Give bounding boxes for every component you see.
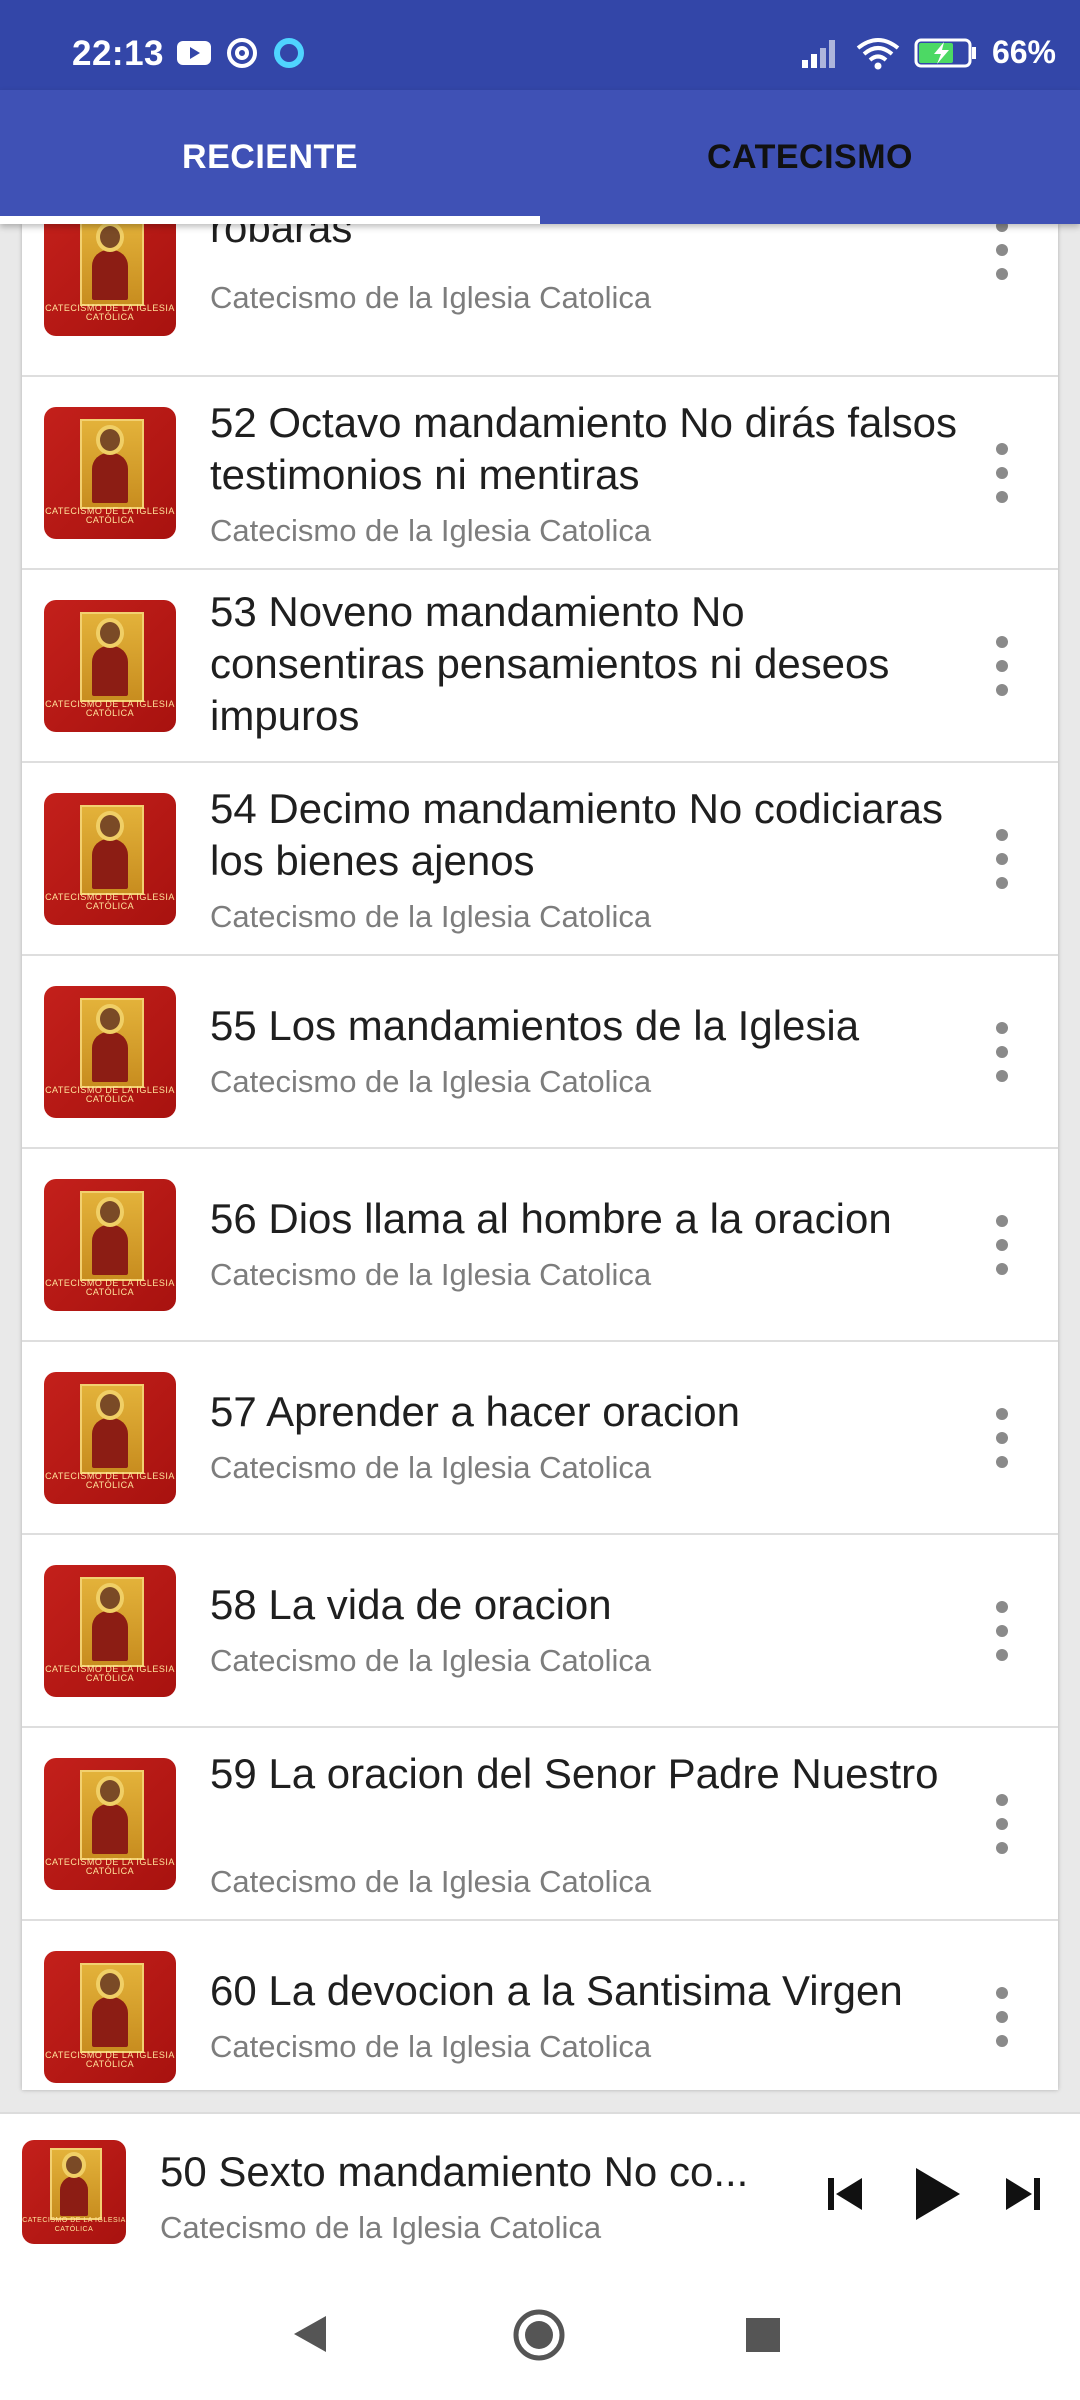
cover-image: CATECISMO DE LA IGLESIA CATÓLICA: [44, 793, 176, 925]
tab-bar: RECIENTE CATECISMO: [0, 90, 1080, 224]
item-subtitle: Catecismo de la Iglesia Catolica: [210, 1864, 652, 1899]
more-vert-icon[interactable]: [996, 1987, 1008, 2047]
signal-icon: [801, 39, 835, 68]
list-item[interactable]: CATECISMO DE LA IGLESIA CATÓLICA 60 La d…: [22, 1921, 1058, 2090]
more-vert-icon[interactable]: [996, 443, 1008, 503]
home-icon[interactable]: [512, 2308, 566, 2362]
recents-icon[interactable]: [744, 2316, 782, 2354]
more-vert-icon[interactable]: [996, 1794, 1008, 1854]
wifi-icon: [856, 37, 900, 69]
system-nav-bar: [0, 2268, 1080, 2400]
circle-notification-icon: [274, 38, 304, 68]
youtube-icon: [177, 41, 211, 65]
item-title: 56 Dios llama al hombre a la oracion: [210, 1195, 892, 1242]
skip-previous-icon[interactable]: [810, 2158, 880, 2228]
list-item[interactable]: CATECISMO DE LA IGLESIA CATÓLICA 57 Apre…: [22, 1342, 1058, 1535]
mini-player[interactable]: CATECISMO DE LA IGLESIA CATÓLICA 50 Sext…: [0, 2112, 1080, 2270]
more-vert-icon[interactable]: [996, 1601, 1008, 1661]
system-icons: 66%: [800, 34, 1056, 71]
more-vert-icon[interactable]: [996, 1408, 1008, 1468]
item-subtitle: Catecismo de la Iglesia Catolica: [210, 1064, 652, 1099]
cover-image: CATECISMO DE LA IGLESIA CATÓLICA: [44, 1565, 176, 1697]
item-subtitle: Catecismo de la Iglesia Catolica: [210, 2029, 652, 2064]
battery-level: 66%: [991, 34, 1056, 70]
more-vert-icon[interactable]: [996, 1022, 1008, 1082]
list-item[interactable]: CATECISMO DE LA IGLESIA CATÓLICA 54 Deci…: [22, 763, 1058, 956]
list-item[interactable]: CATECISMO DE LA IGLESIA CATÓLICA 53 Nove…: [22, 570, 1058, 763]
cover-image: CATECISMO DE LA IGLESIA CATÓLICA: [44, 986, 176, 1118]
item-title: 58 La vida de oracion: [210, 1581, 612, 1628]
list-item[interactable]: CATECISMO DE LA IGLESIA CATÓLICA 58 La v…: [22, 1535, 1058, 1728]
episode-list[interactable]: CATECISMO DE LA IGLESIA CATÓLICA robaras…: [22, 224, 1058, 2090]
item-title: 53 Noveno mandamiento No consentiras pen…: [210, 588, 890, 739]
list-item[interactable]: CATECISMO DE LA IGLESIA CATÓLICA 52 Octa…: [22, 377, 1058, 570]
list-item[interactable]: CATECISMO DE LA IGLESIA CATÓLICA 56 Dios…: [22, 1149, 1058, 1342]
cover-image: CATECISMO DE LA IGLESIA CATÓLICA: [44, 600, 176, 732]
cover-image: CATECISMO DE LA IGLESIA CATÓLICA: [44, 407, 176, 539]
item-subtitle: Catecismo de la Iglesia Catolica: [210, 1257, 652, 1292]
player-title[interactable]: 50 Sexto mandamiento No co...: [160, 2148, 780, 2196]
status-time: 22:13: [72, 34, 165, 73]
player-subtitle: Catecismo de la Iglesia Catolica: [160, 2210, 602, 2245]
item-subtitle: Catecismo de la Iglesia Catolica: [210, 899, 652, 934]
item-title: 54 Decimo mandamiento No codiciaras los …: [210, 785, 944, 884]
item-title: 57 Aprender a hacer oracion: [210, 1388, 741, 1435]
item-subtitle: Catecismo de la Iglesia Catolica: [210, 513, 652, 548]
cover-image: CATECISMO DE LA IGLESIA CATÓLICA: [44, 1758, 176, 1890]
item-subtitle: Catecismo de la Iglesia Catolica: [210, 1643, 652, 1678]
tab-reciente[interactable]: RECIENTE: [0, 90, 540, 224]
battery-icon: [914, 38, 976, 67]
at-sign-icon: [227, 38, 257, 68]
list-item[interactable]: CATECISMO DE LA IGLESIA CATÓLICA robaras…: [22, 224, 1058, 377]
play-icon[interactable]: [900, 2158, 970, 2228]
cover-image: CATECISMO DE LA IGLESIA CATÓLICA: [44, 1951, 176, 2083]
cover-image: CATECISMO DE LA IGLESIA CATÓLICA: [44, 1372, 176, 1504]
skip-next-icon[interactable]: [990, 2158, 1060, 2228]
more-vert-icon[interactable]: [996, 636, 1008, 696]
item-title: robaras: [210, 224, 353, 251]
more-vert-icon[interactable]: [996, 1215, 1008, 1275]
tab-catecismo[interactable]: CATECISMO: [540, 90, 1080, 224]
status-bar: 22:13 66%: [0, 0, 1080, 90]
item-title: 55 Los mandamientos de la Iglesia: [210, 1002, 860, 1049]
item-title: 60 La devocion a la Santisima Virgen: [210, 1967, 903, 2014]
cover-image: CATECISMO DE LA IGLESIA CATÓLICA: [44, 1179, 176, 1311]
list-item[interactable]: CATECISMO DE LA IGLESIA CATÓLICA 59 La o…: [22, 1728, 1058, 1921]
item-subtitle: Catecismo de la Iglesia Catolica: [210, 280, 652, 315]
tab-indicator: [0, 216, 540, 224]
cover-image: CATECISMO DE LA IGLESIA CATÓLICA: [44, 224, 176, 336]
player-cover-image: CATECISMO DE LA IGLESIA CATÓLICA: [22, 2140, 126, 2244]
item-title: 52 Octavo mandamiento No dirás falsos te…: [210, 399, 958, 498]
list-item[interactable]: CATECISMO DE LA IGLESIA CATÓLICA 55 Los …: [22, 956, 1058, 1149]
notification-icons: [176, 36, 306, 70]
back-icon[interactable]: [290, 2312, 330, 2356]
more-vert-icon[interactable]: [996, 829, 1008, 889]
item-title: 59 La oracion del Senor Padre Nuestro: [210, 1750, 939, 1797]
more-vert-icon[interactable]: [996, 224, 1008, 280]
item-subtitle: Catecismo de la Iglesia Catolica: [210, 1450, 652, 1485]
